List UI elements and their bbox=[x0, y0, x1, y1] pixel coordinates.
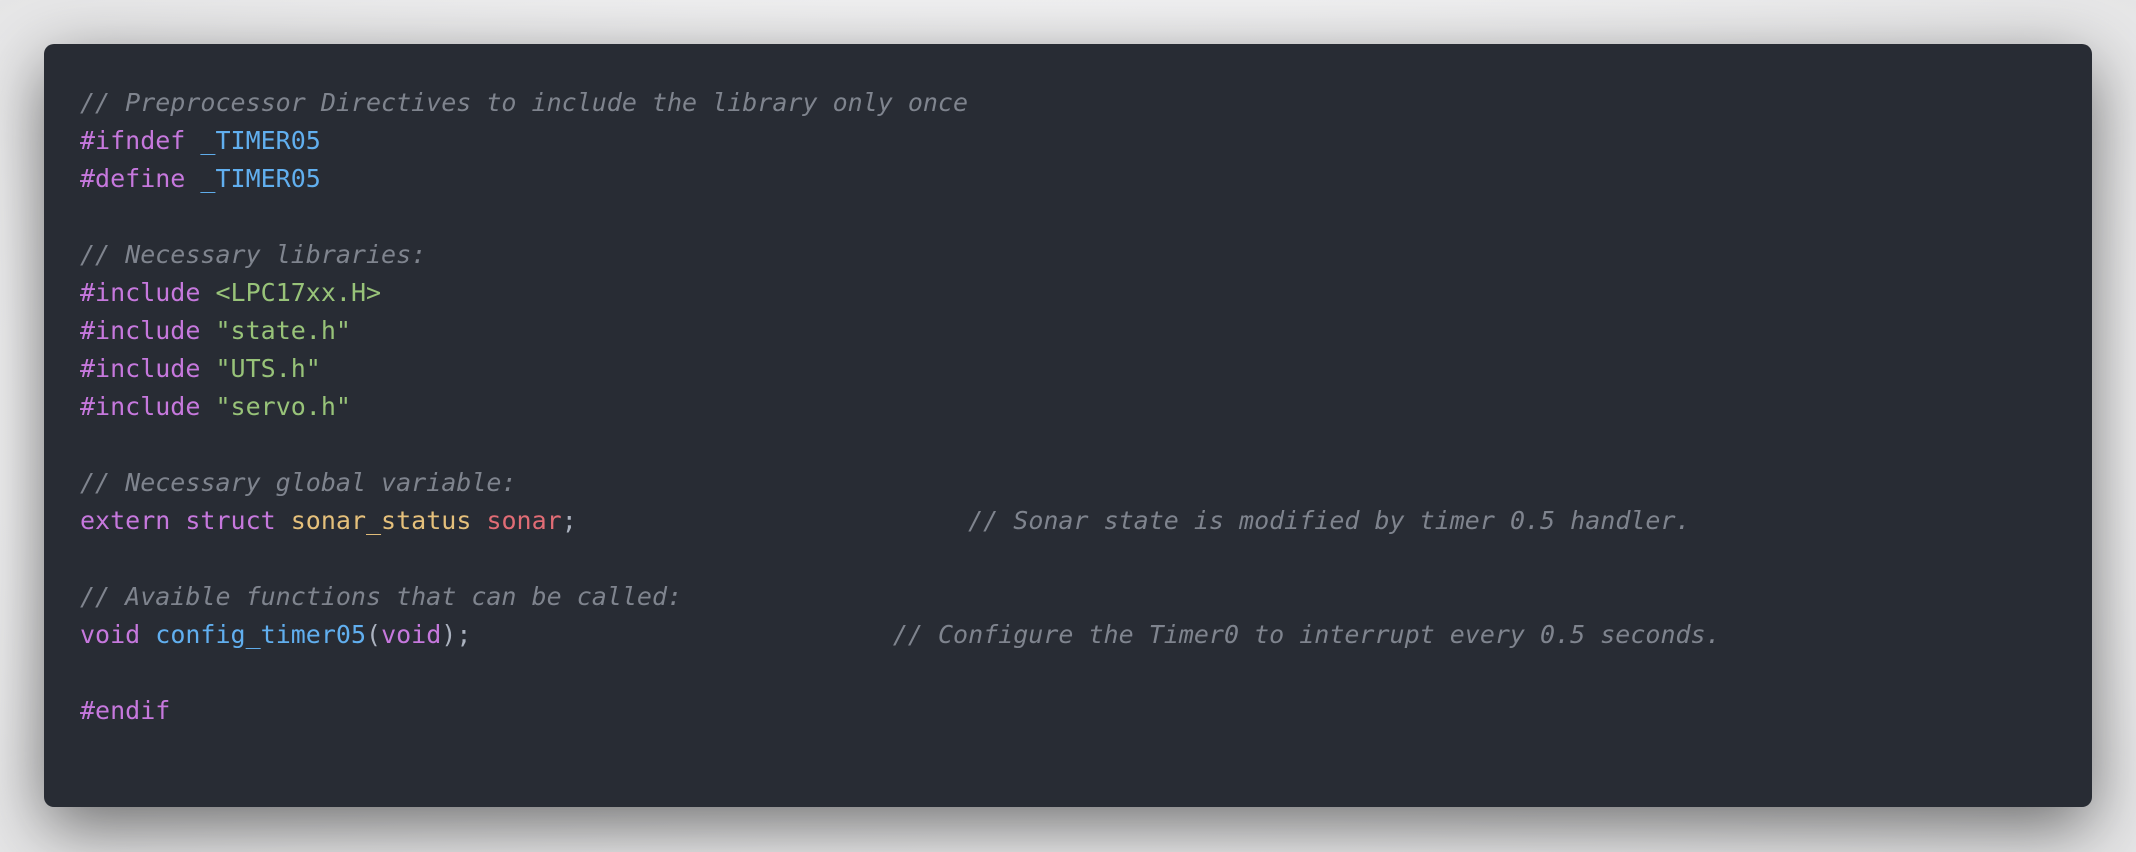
code-block[interactable]: // Preprocessor Directives to include th… bbox=[80, 84, 1721, 730]
code-line: // Necessary libraries: bbox=[80, 236, 1721, 274]
code-keyword: #include bbox=[80, 354, 201, 383]
code-line: // Necessary global variable: bbox=[80, 464, 1721, 502]
code-punctuation: ; bbox=[561, 506, 577, 535]
code-keyword: void bbox=[80, 620, 141, 649]
code-line: #ifndef _TIMER05 bbox=[80, 122, 1721, 160]
code-line: ​ bbox=[80, 198, 1721, 236]
code-line: // Preprocessor Directives to include th… bbox=[80, 84, 1721, 122]
code-line: #include "state.h" bbox=[80, 312, 1721, 350]
code-line: #define _TIMER05 bbox=[80, 160, 1721, 198]
code-line: #include <LPC17xx.H> bbox=[80, 274, 1721, 312]
code-variable: sonar bbox=[486, 506, 562, 535]
code-keyword: void bbox=[381, 620, 442, 649]
code-comment: // Sonar state is modified by timer 0.5 … bbox=[968, 506, 1691, 535]
code-keyword: #endif bbox=[80, 696, 171, 725]
code-line: ​ bbox=[80, 540, 1721, 578]
code-line: #include "UTS.h" bbox=[80, 350, 1721, 388]
code-line: #endif bbox=[80, 692, 1721, 730]
code-comment: // Avaible functions that can be called: bbox=[80, 582, 683, 611]
code-string: "state.h" bbox=[215, 316, 351, 345]
code-macro-name: _TIMER05 bbox=[200, 126, 321, 155]
code-keyword: #include bbox=[80, 316, 201, 345]
code-comment: // Preprocessor Directives to include th… bbox=[80, 88, 969, 117]
code-keyword: #include bbox=[80, 278, 201, 307]
code-line: // Avaible functions that can be called: bbox=[80, 578, 1721, 616]
code-line: void config_timer05(void); // Configure … bbox=[80, 616, 1721, 654]
code-keyword: #define bbox=[80, 164, 186, 193]
code-comment: // Necessary global variable: bbox=[80, 468, 517, 497]
code-line: extern struct sonar_status sonar; // Son… bbox=[80, 502, 1721, 540]
code-line: #include "servo.h" bbox=[80, 388, 1721, 426]
code-line: ​ bbox=[80, 426, 1721, 464]
code-keyword: #ifndef bbox=[80, 126, 186, 155]
code-keyword: struct bbox=[185, 506, 276, 535]
code-function-name: config_timer05 bbox=[155, 620, 366, 649]
code-macro-name: _TIMER05 bbox=[200, 164, 321, 193]
code-keyword: #include bbox=[80, 392, 201, 421]
code-punctuation: ); bbox=[441, 620, 472, 649]
code-comment: // Necessary libraries: bbox=[80, 240, 427, 269]
code-keyword: extern bbox=[80, 506, 171, 535]
code-line: ​ bbox=[80, 654, 1721, 692]
code-snippet-window: // Preprocessor Directives to include th… bbox=[44, 44, 2092, 807]
code-string: "servo.h" bbox=[215, 392, 351, 421]
code-string: <LPC17xx.H> bbox=[215, 278, 382, 307]
code-punctuation: ( bbox=[366, 620, 382, 649]
code-comment: // Configure the Timer0 to interrupt eve… bbox=[892, 620, 1721, 649]
code-type-name: sonar_status bbox=[290, 506, 472, 535]
code-string: "UTS.h" bbox=[215, 354, 321, 383]
